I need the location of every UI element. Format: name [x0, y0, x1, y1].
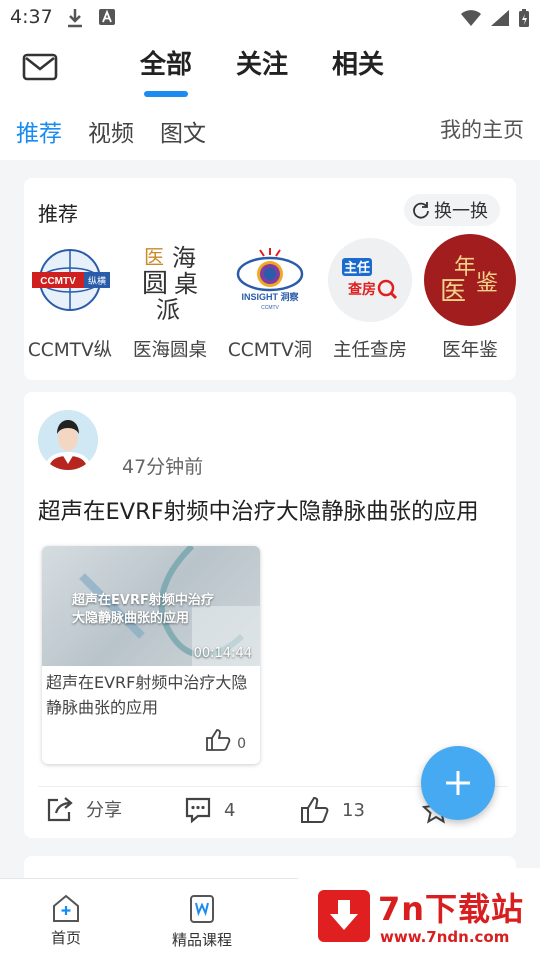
- comment-icon: [185, 797, 211, 824]
- svg-text:查房: 查房: [348, 281, 376, 298]
- recommend-item[interactable]: INSIGHT 洞察 CCMTV CCMTV洞: [220, 238, 320, 362]
- recommend-item-name: 医海圆桌: [132, 340, 207, 361]
- recommend-item[interactable]: CCMTV 纵横 CCMTV纵: [20, 238, 120, 362]
- svg-text:CCMTV: CCMTV: [40, 276, 76, 287]
- ccmtv-insight-logo: INSIGHT 洞察 CCMTV: [228, 238, 312, 322]
- video-duration: 00:14:44: [193, 646, 252, 661]
- video-caption: 超声在EVRF射频中治疗大隐静脉曲张的应用: [46, 673, 248, 717]
- video-card[interactable]: 超声在EVRF射频中治疗 大隐静脉曲张的应用 00:14:44 超声在EVRF射…: [42, 546, 260, 764]
- svg-text:医: 医: [440, 277, 466, 307]
- subtab-article[interactable]: 图文: [160, 114, 206, 148]
- svg-text:圆: 圆: [142, 269, 168, 299]
- my-home-link[interactable]: 我的主页: [440, 114, 524, 144]
- site-watermark: 7n下载站 www.7ndn.com: [298, 868, 540, 960]
- mail-icon: [22, 53, 58, 81]
- svg-text:海: 海: [172, 244, 196, 272]
- svg-text:鉴: 鉴: [476, 271, 498, 296]
- nav-courses[interactable]: 精品课程: [172, 893, 232, 950]
- svg-text:医: 医: [144, 245, 164, 269]
- recommend-item-name: 医年鉴: [442, 340, 498, 361]
- svg-text:纵横: 纵横: [88, 275, 106, 287]
- share-button[interactable]: 分享: [46, 796, 122, 822]
- recommend-list: CCMTV 纵横 CCMTV纵 医海圆桌派 医海圆桌 INSIGHT 洞察 CCMT…: [20, 234, 540, 362]
- recommend-item-name: CCMTV洞: [227, 340, 313, 361]
- tab-all[interactable]: 全部: [140, 44, 192, 91]
- video-thumb-line1: 超声在EVRF射频中治疗: [72, 593, 214, 608]
- svg-text:主任: 主任: [344, 260, 370, 276]
- refresh-icon: [413, 202, 429, 219]
- ccmtv-zongheng-logo: CCMTV 纵横: [28, 238, 112, 322]
- video-thumbnail[interactable]: 超声在EVRF射频中治疗 大隐静脉曲张的应用 00:14:44: [42, 546, 260, 666]
- tab-related[interactable]: 相关: [332, 44, 384, 91]
- yihai-yuanzhuo-logo: 医海圆桌派: [128, 238, 212, 322]
- font-icon: [99, 9, 115, 25]
- video-like-button[interactable]: 0: [205, 728, 246, 752]
- thumbs-up-icon: [301, 796, 329, 823]
- recommend-title: 推荐: [38, 202, 78, 226]
- video-thumb-line2: 大隐静脉曲张的应用: [72, 611, 190, 626]
- header: 全部 关注 相关 推荐 视频 图文 我的主页: [0, 36, 540, 160]
- top-tabs: 全部 关注 相关: [140, 44, 384, 91]
- sub-tabs: 推荐 视频 图文: [16, 114, 206, 148]
- plus-icon: [446, 771, 470, 795]
- tab-following[interactable]: 关注: [236, 44, 288, 91]
- nav-home[interactable]: 首页: [50, 893, 82, 948]
- svg-text:CCMTV: CCMTV: [261, 305, 279, 311]
- recommend-item-name: 主任查房: [332, 340, 407, 361]
- home-icon: [53, 894, 79, 922]
- recommend-item[interactable]: 年鉴医 医年鉴: [420, 234, 520, 362]
- svg-text:桌: 桌: [174, 270, 198, 298]
- post-title[interactable]: 超声在EVRF射频中治疗大隐静脉曲张的应用: [38, 494, 479, 526]
- swap-button[interactable]: 换一换: [404, 194, 500, 226]
- post-time: 47分钟前: [122, 456, 204, 478]
- svg-text:INSIGHT 洞察: INSIGHT 洞察: [241, 291, 299, 302]
- create-post-button[interactable]: [421, 746, 495, 820]
- course-icon: [190, 895, 214, 923]
- avatar[interactable]: [38, 410, 98, 470]
- recommend-card: 推荐 换一换 CCMTV 纵横 CCMTV纵 医海圆桌派 医海圆桌 INSIGHT…: [24, 178, 516, 380]
- status-time: 4:37: [10, 6, 53, 28]
- like-button[interactable]: 13: [300, 796, 365, 824]
- battery-icon: [519, 9, 529, 27]
- video-like-count: 0: [237, 736, 246, 752]
- doctor-avatar-icon: [38, 410, 98, 470]
- status-bar: 4:37: [0, 0, 540, 36]
- recommend-item[interactable]: 医海圆桌派 医海圆桌: [120, 238, 220, 362]
- nav-courses-label: 精品课程: [172, 931, 233, 949]
- thumbs-up-icon: [206, 729, 231, 751]
- subtab-video[interactable]: 视频: [88, 114, 134, 148]
- zhuren-chafang-logo: 主任查房: [328, 238, 412, 322]
- watermark-name: 7n下载站: [378, 890, 525, 928]
- like-count: 13: [342, 799, 365, 821]
- recommend-item-name: CCMTV纵: [27, 340, 113, 361]
- download-arrow-icon: [318, 890, 370, 942]
- watermark-url: www.7ndn.com: [380, 928, 510, 946]
- comment-button[interactable]: 4: [184, 796, 235, 824]
- swap-label: 换一换: [434, 201, 488, 222]
- share-icon: [47, 797, 73, 822]
- yi-nianjian-logo: 年鉴医: [424, 234, 516, 326]
- share-label: 分享: [86, 800, 122, 821]
- comment-count: 4: [224, 799, 236, 821]
- message-button[interactable]: [22, 52, 58, 82]
- download-icon: [68, 9, 82, 28]
- wifi-icon: [461, 10, 481, 26]
- recommend-item[interactable]: 主任 查房 主任查房: [320, 238, 420, 362]
- signal-icon: [491, 10, 509, 26]
- subtab-recommend[interactable]: 推荐: [16, 114, 62, 148]
- nav-home-label: 首页: [50, 929, 81, 947]
- svg-text:派: 派: [156, 296, 180, 322]
